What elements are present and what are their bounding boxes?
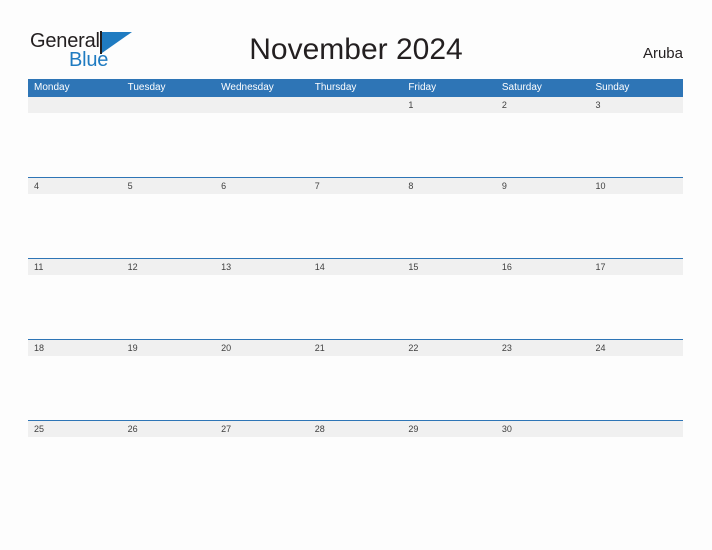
calendar-week-row: 11 12 13 14 15 16 17 bbox=[28, 258, 683, 339]
day-cell[interactable]: 25 bbox=[28, 421, 122, 437]
day-cell[interactable]: 24 bbox=[589, 340, 683, 356]
page-header: General Blue November 2024 Aruba bbox=[0, 0, 712, 78]
week-event-area[interactable] bbox=[28, 356, 683, 420]
day-cell[interactable]: 11 bbox=[28, 259, 122, 275]
day-cell[interactable]: 17 bbox=[589, 259, 683, 275]
week-event-area[interactable] bbox=[28, 113, 683, 177]
day-cell[interactable] bbox=[309, 97, 403, 113]
day-cell[interactable]: 12 bbox=[122, 259, 216, 275]
day-cell[interactable] bbox=[122, 97, 216, 113]
calendar-week-row: 1 2 3 bbox=[28, 96, 683, 177]
weekday-tuesday: Tuesday bbox=[127, 82, 166, 93]
week-date-band: 11 12 13 14 15 16 17 bbox=[28, 258, 683, 275]
day-cell[interactable]: 23 bbox=[496, 340, 590, 356]
weekday-sunday: Sunday bbox=[595, 82, 630, 93]
day-cell[interactable]: 27 bbox=[215, 421, 309, 437]
locale-label: Aruba bbox=[642, 45, 683, 62]
day-cell[interactable]: 22 bbox=[402, 340, 496, 356]
week-date-band: 4 5 6 7 8 9 10 bbox=[28, 177, 683, 194]
day-cell[interactable]: 1 bbox=[402, 97, 496, 113]
weekday-saturday: Saturday bbox=[501, 82, 542, 93]
day-cell[interactable]: 7 bbox=[309, 178, 403, 194]
week-date-band: 1 2 3 bbox=[28, 96, 683, 113]
calendar-page: General Blue November 2024 Aruba Monday … bbox=[0, 0, 712, 550]
day-cell[interactable]: 29 bbox=[402, 421, 496, 437]
calendar-week-row: 18 19 20 21 22 23 24 bbox=[28, 339, 683, 420]
day-cell[interactable]: 26 bbox=[122, 421, 216, 437]
week-date-band: 18 19 20 21 22 23 24 bbox=[28, 339, 683, 356]
day-cell[interactable] bbox=[215, 97, 309, 113]
week-date-band: 25 26 27 28 29 30 bbox=[28, 420, 683, 437]
calendar-week-row: 4 5 6 7 8 9 10 bbox=[28, 177, 683, 258]
day-cell[interactable]: 9 bbox=[496, 178, 590, 194]
day-cell[interactable]: 28 bbox=[309, 421, 403, 437]
weekday-monday: Monday bbox=[34, 82, 70, 93]
day-cell[interactable] bbox=[28, 97, 122, 113]
day-cell[interactable]: 21 bbox=[309, 340, 403, 356]
day-cell[interactable]: 10 bbox=[589, 178, 683, 194]
week-event-area[interactable] bbox=[28, 275, 683, 339]
calendar-grid: Monday Tuesday Wednesday Thursday Friday… bbox=[28, 79, 683, 501]
day-cell[interactable] bbox=[589, 421, 683, 437]
day-cell[interactable]: 14 bbox=[309, 259, 403, 275]
day-cell[interactable]: 4 bbox=[28, 178, 122, 194]
day-cell[interactable]: 6 bbox=[215, 178, 309, 194]
day-cell[interactable]: 16 bbox=[496, 259, 590, 275]
weekday-friday: Friday bbox=[408, 82, 437, 93]
day-cell[interactable]: 5 bbox=[122, 178, 216, 194]
weekday-thursday: Thursday bbox=[314, 82, 357, 93]
weekday-wednesday: Wednesday bbox=[221, 82, 274, 93]
week-event-area[interactable] bbox=[28, 437, 683, 501]
week-event-area[interactable] bbox=[28, 194, 683, 258]
day-cell[interactable]: 2 bbox=[496, 97, 590, 113]
weekday-header-row: Monday Tuesday Wednesday Thursday Friday… bbox=[28, 79, 683, 96]
day-cell[interactable]: 19 bbox=[122, 340, 216, 356]
day-cell[interactable]: 20 bbox=[215, 340, 309, 356]
calendar-week-row: 25 26 27 28 29 30 bbox=[28, 420, 683, 501]
day-cell[interactable]: 3 bbox=[589, 97, 683, 113]
day-cell[interactable]: 8 bbox=[402, 178, 496, 194]
page-title: November 2024 bbox=[249, 33, 463, 66]
day-cell[interactable]: 30 bbox=[496, 421, 590, 437]
day-cell[interactable]: 13 bbox=[215, 259, 309, 275]
day-cell[interactable]: 15 bbox=[402, 259, 496, 275]
day-cell[interactable]: 18 bbox=[28, 340, 122, 356]
